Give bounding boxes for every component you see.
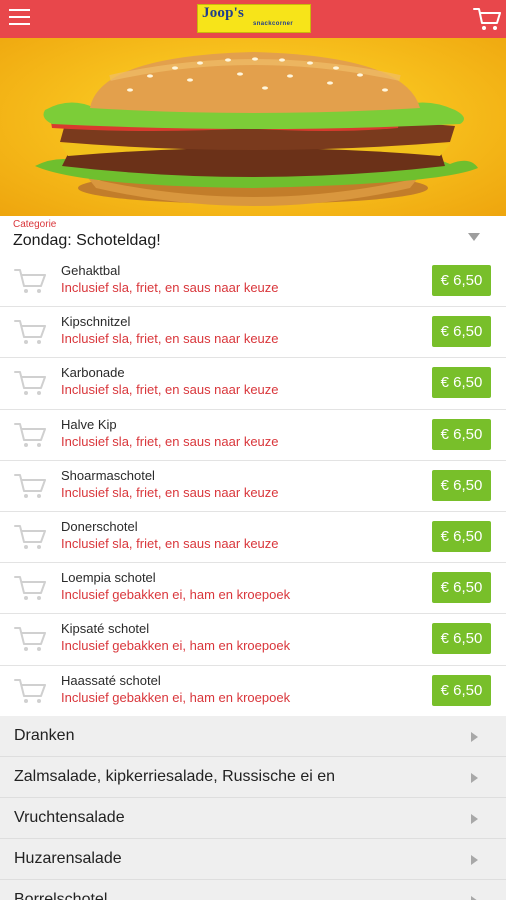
- category-row[interactable]: Borrelschotel: [0, 880, 506, 900]
- price-button[interactable]: € 6,50: [432, 674, 491, 706]
- product-description: Inclusief sla, friet, en saus naar keuze: [61, 382, 279, 398]
- price-button[interactable]: € 6,50: [432, 469, 491, 501]
- logo-title: Joop's: [202, 5, 245, 21]
- chevron-right-icon: [471, 855, 478, 865]
- add-to-cart-icon[interactable]: [14, 677, 46, 705]
- category-row-label: Huzarensalade: [14, 850, 122, 867]
- category-dropdown[interactable]: Categorie Zondag: Schoteldag!: [0, 216, 506, 256]
- product-description: Inclusief sla, friet, en saus naar keuze: [61, 280, 279, 295]
- category-label: Categorie: [13, 219, 57, 230]
- category-row-label: Vruchtensalade: [14, 809, 125, 826]
- product-name: Haassaté schotel: [61, 672, 161, 688]
- product-row[interactable]: Haassaté schotel Inclusief gebakken ei, h…: [0, 665, 506, 717]
- product-row[interactable]: Shoarmaschotel Inclusief sla, friet, en s…: [0, 460, 506, 512]
- product-description: Inclusief sla, friet, en saus naar keuze: [61, 535, 279, 551]
- category-row-label: Zalmsalade, kipkerriesalade, Russische e…: [14, 768, 336, 785]
- add-to-cart-icon[interactable]: [14, 369, 46, 397]
- price-button[interactable]: € 6,50: [432, 572, 491, 604]
- product-name: Kipschnitzel: [61, 314, 131, 330]
- category-row[interactable]: Huzarensalade: [0, 839, 506, 880]
- add-to-cart-icon[interactable]: [14, 625, 46, 653]
- product-description: Inclusief sla, friet, en saus naar keuze: [61, 433, 279, 449]
- product-description: Inclusief gebakken ei, ham en kroepoek: [61, 689, 291, 705]
- category-row-label: Borrelschotel: [14, 891, 108, 900]
- price-button[interactable]: € 6,50: [432, 265, 491, 296]
- category-value: Zondag: Schoteldag!: [13, 232, 161, 249]
- product-name: Gehaktbal: [61, 263, 121, 278]
- product-row[interactable]: Loempia schotel Inclusief gebakken ei, ha…: [0, 563, 506, 615]
- category-row[interactable]: Zalmsalade, kipkerriesalade, Russische e…: [0, 757, 506, 798]
- add-to-cart-icon[interactable]: [14, 523, 46, 551]
- shopping-cart-icon[interactable]: [473, 6, 501, 32]
- add-to-cart-icon[interactable]: [14, 421, 46, 449]
- product-row[interactable]: Kipsaté schotel Inclusief gebakken ei, ha…: [0, 614, 506, 666]
- app-logo: Joop's snackcorner: [197, 4, 311, 33]
- product-description: Inclusief gebakken ei, ham en kroepoek: [61, 638, 291, 654]
- product-list: Gehaktbal Inclusief sla, friet, en saus n…: [0, 256, 506, 717]
- logo-subtitle: snackcorner: [253, 21, 294, 27]
- price-button[interactable]: € 6,50: [432, 418, 491, 450]
- category-row[interactable]: Vruchtensalade: [0, 798, 506, 839]
- dropdown-arrow-icon: [468, 233, 480, 241]
- product-row[interactable]: Donerschotel Inclusief sla, friet, en sau…: [0, 511, 506, 564]
- price-button[interactable]: € 6,50: [432, 520, 491, 552]
- price-button[interactable]: € 6,50: [432, 316, 491, 348]
- chevron-right-icon: [471, 896, 478, 900]
- product-name: Halve Kip: [61, 416, 117, 432]
- price-button[interactable]: € 6,50: [432, 367, 491, 399]
- add-to-cart-icon[interactable]: [14, 574, 46, 602]
- price-button[interactable]: € 6,50: [432, 623, 491, 655]
- add-to-cart-icon[interactable]: [14, 318, 46, 346]
- product-name: Shoarmaschotel: [61, 467, 155, 483]
- chevron-right-icon: [471, 732, 478, 742]
- product-description: Inclusief gebakken ei, ham en kroepoek: [61, 587, 291, 603]
- product-description: Inclusief sla, friet, en saus naar keuze: [61, 331, 279, 347]
- product-row[interactable]: Kipschnitzel Inclusief sla, friet, en sau…: [0, 307, 506, 359]
- product-description: Inclusief sla, friet, en saus naar keuze: [61, 484, 279, 500]
- product-row[interactable]: Gehaktbal Inclusief sla, friet, en saus n…: [0, 256, 506, 308]
- product-row[interactable]: Karbonade Inclusief sla, friet, en saus n…: [0, 358, 506, 410]
- product-name: Loempia schotel: [61, 570, 156, 586]
- product-name: Karbonade: [61, 365, 125, 381]
- product-name: Donerschotel: [61, 518, 138, 534]
- product-name: Kipsaté schotel: [61, 621, 150, 637]
- hero-burger-image: [0, 38, 506, 216]
- category-row[interactable]: Dranken: [0, 716, 506, 757]
- top-app-bar: Joop's snackcorner: [0, 0, 506, 38]
- add-to-cart-icon[interactable]: [14, 472, 46, 500]
- chevron-right-icon: [471, 814, 478, 824]
- hamburger-menu-icon[interactable]: [9, 9, 31, 29]
- add-to-cart-icon[interactable]: [14, 267, 46, 295]
- product-row[interactable]: Halve Kip Inclusief sla, friet, en saus n…: [0, 409, 506, 461]
- category-list: Dranken Zalmsalade, kipkerriesalade, Russ…: [0, 716, 506, 900]
- category-row-label: Dranken: [14, 727, 75, 744]
- chevron-right-icon: [471, 773, 478, 783]
